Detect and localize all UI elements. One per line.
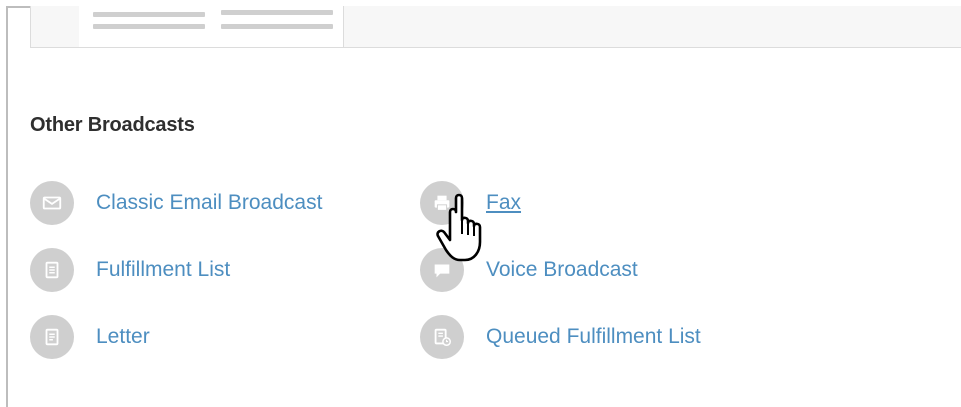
broadcast-item-fulfillment-list[interactable]: Fulfillment List — [30, 247, 230, 293]
broadcast-item-label[interactable]: Letter — [96, 325, 150, 349]
queued-list-icon — [420, 315, 464, 359]
broadcast-item-label[interactable]: Voice Broadcast — [486, 258, 638, 282]
broadcast-item-queued-fulfillment-list[interactable]: Queued Fulfillment List — [420, 314, 701, 360]
placeholder-bar — [93, 24, 205, 29]
section-title: Other Broadcasts — [30, 114, 195, 136]
broadcast-item-fax[interactable]: Fax — [420, 180, 521, 226]
placeholder-bar — [221, 10, 333, 15]
broadcast-panel: Other Broadcasts Classic Email Broadcast… — [6, 6, 961, 407]
broadcast-item-label[interactable]: Fulfillment List — [96, 258, 230, 282]
broadcast-item-voice-broadcast[interactable]: Voice Broadcast — [420, 247, 638, 293]
speech-bubble-icon — [420, 248, 464, 292]
top-card-segment — [31, 6, 80, 47]
broadcast-item-label[interactable]: Fax — [486, 191, 521, 215]
letter-document-icon — [30, 315, 74, 359]
envelope-icon — [30, 181, 74, 225]
top-card-partial — [30, 6, 961, 48]
list-document-icon — [30, 248, 74, 292]
printer-icon — [420, 181, 464, 225]
broadcast-item-label[interactable]: Queued Fulfillment List — [486, 325, 701, 349]
placeholder-bar — [221, 24, 333, 29]
broadcast-item-letter[interactable]: Letter — [30, 314, 150, 360]
broadcast-item-label[interactable]: Classic Email Broadcast — [96, 191, 322, 215]
placeholder-bar — [93, 12, 205, 17]
broadcast-item-classic-email[interactable]: Classic Email Broadcast — [30, 180, 322, 226]
